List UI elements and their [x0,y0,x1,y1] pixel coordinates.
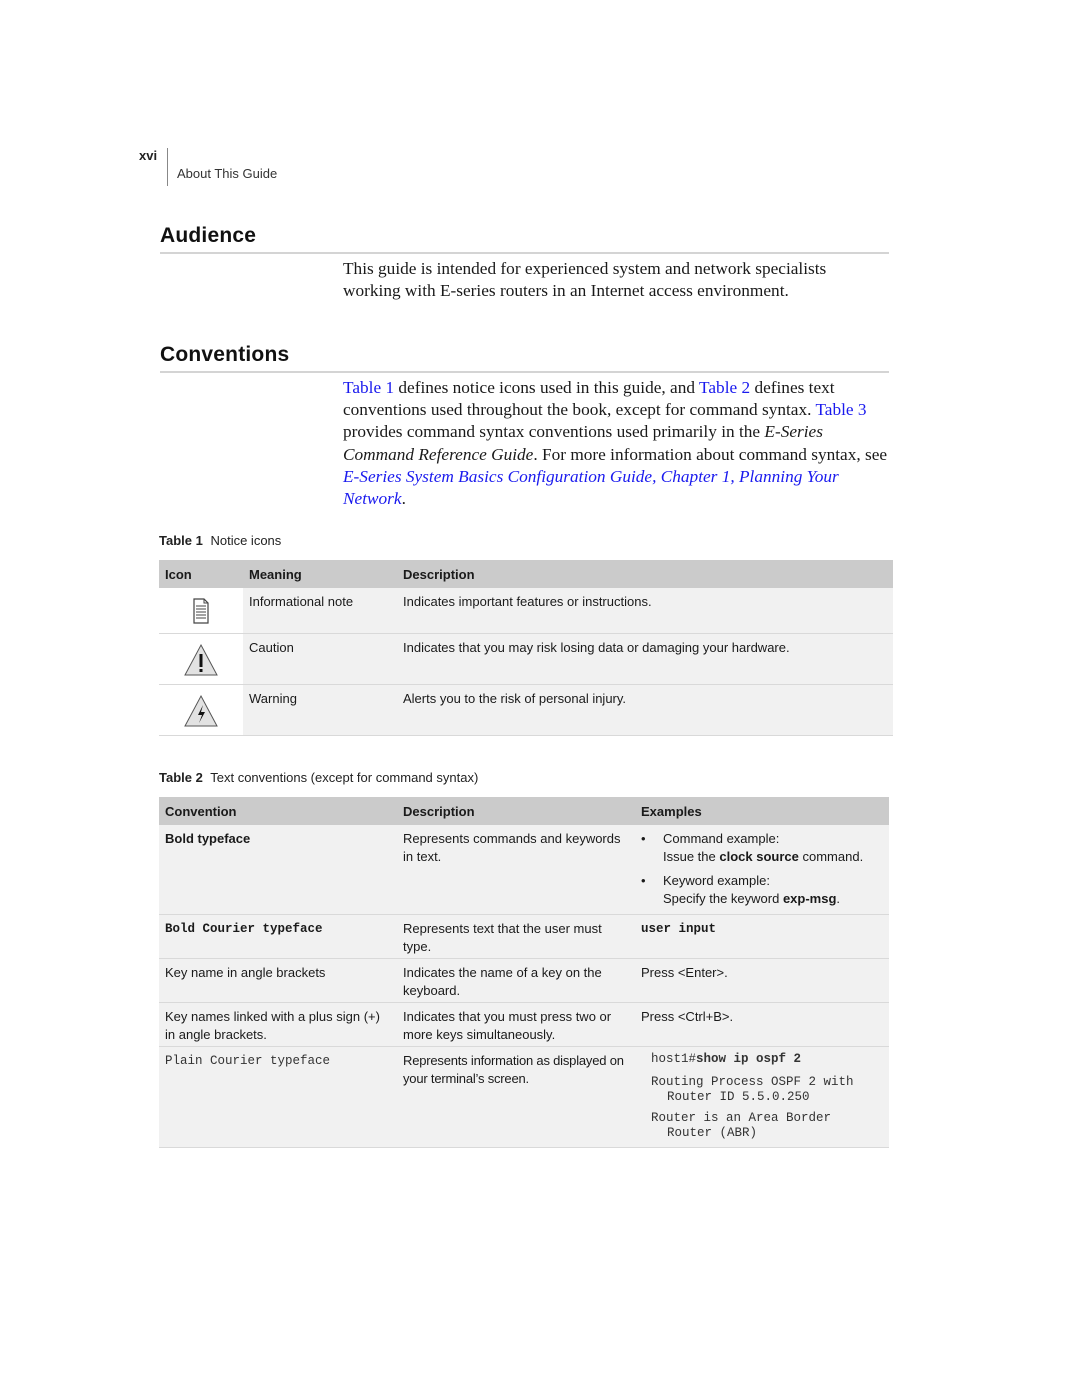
icon-cell [159,684,243,736]
convention-cell: Bold Courier typeface [159,914,397,959]
example-bold: clock source [719,849,799,864]
description-cell: Indicates that you may risk losing data … [397,633,893,685]
conventions-paragraph: Table 1 defines notice icons used in thi… [343,377,888,510]
examples-cell: host1#show ip ospf 2 Routing Process OSP… [635,1046,889,1148]
example-item: • Command example: Issue the clock source… [641,830,883,866]
table-row: Bold typeface Represents commands and ke… [159,825,889,915]
bullet: • [641,873,646,888]
table2-caption-text: Text conventions (except for command syn… [210,770,479,785]
example-bold: exp-msg [782,891,837,906]
running-head: About This Guide [177,166,278,181]
table-row: Key names linked with a plus sign (+) in… [159,1002,889,1047]
examples-cell: • Command example: Issue the clock source… [635,825,889,915]
link-table-2[interactable]: Table 2 [699,378,750,397]
link-system-basics-guide[interactable]: E-Series System Basics Configuration Gui… [343,467,839,508]
example-pre: Issue the [663,849,720,864]
example-text: Command example: Issue the clock source c… [663,830,863,866]
example-text: Keyword example: Specify the keyword exp-… [663,872,840,908]
example-label: Keyword example: [663,873,770,888]
table-header-row: Convention Description Examples [159,797,889,825]
table-row: Informational note Indicates important f… [159,588,893,634]
table-row: Caution Indicates that you may risk losi… [159,633,893,685]
convention-cell: Key names linked with a plus sign (+) in… [159,1002,397,1047]
audience-heading-rule [160,252,889,254]
example-label: Command example: [663,831,780,846]
warning-icon [183,694,219,731]
terminal-prompt: host1# [651,1052,697,1066]
terminal-command-text: show ip ospf 2 [696,1052,802,1066]
examples-cell: Press <Ctrl+B>. [635,1002,889,1047]
table1-caption-label: Table 1 [159,533,203,548]
bullet: • [641,831,646,846]
convention-cell: Key name in angle brackets [159,958,397,1003]
terminal-output: Router is an Area Border Router (ABR) [651,1111,883,1141]
header-divider [167,148,168,186]
table2-caption: Table 2 Text conventions (except for com… [159,770,478,785]
convention-cell: Bold typeface [159,825,397,915]
description-cell: Indicates the name of a key on the keybo… [397,958,635,1003]
column-header-meaning: Meaning [243,560,397,588]
examples-cell: user input [635,914,889,959]
table-row: Bold Courier typeface Represents text th… [159,914,889,959]
table1-caption: Table 1 Notice icons [159,533,281,548]
description-cell: Represents information as displayed on y… [397,1046,635,1148]
example-pre: Specify the keyword [663,891,783,906]
column-header-convention: Convention [159,797,397,825]
conventions-heading-rule [160,371,889,373]
terminal-output: Routing Process OSPF 2 with Router ID 5.5… [651,1075,883,1105]
description-cell: Represents text that the user must type. [397,914,635,959]
table-row: Key name in angle brackets Indicates the… [159,958,889,1003]
description-cell: Indicates important features or instruct… [397,588,893,634]
output-line: Router ID 5.5.0.250 [667,1090,810,1104]
table-row: Plain Courier typeface Represents inform… [159,1046,889,1148]
description-cell: Alerts you to the risk of personal injur… [397,684,893,736]
convention-cell: Plain Courier typeface [159,1046,397,1148]
column-header-description: Description [397,560,893,588]
meaning-cell: Warning [243,684,397,736]
icon-cell [159,633,243,685]
paragraph-text: provides command syntax conventions used… [343,422,765,442]
description-cell: Indicates that you must press two or mor… [397,1002,635,1047]
output-line: Router (ABR) [667,1126,758,1140]
examples-cell: Press <Enter>. [635,958,889,1003]
table2-caption-label: Table 2 [159,770,203,785]
audience-heading: Audience [160,224,257,247]
audience-paragraph: This guide is intended for experienced s… [343,259,827,301]
table-row: Warning Alerts you to the risk of person… [159,684,893,736]
table-header-row: Icon Meaning Description [159,560,893,588]
notice-icons-table: Icon Meaning Description Informational n… [159,560,893,736]
page-number: xvi [139,148,158,163]
column-header-examples: Examples [635,797,889,825]
example-post: command. [798,849,864,864]
meaning-cell: Informational note [243,588,397,634]
description-cell: Represents commands and keywords in text… [397,825,635,915]
meaning-cell: Caution [243,633,397,685]
paragraph-text: . For more information about command syn… [533,444,888,464]
link-table-1[interactable]: Table 1 [343,378,394,397]
text-conventions-table: Convention Description Examples Bold typ… [159,797,889,1148]
icon-cell [159,588,243,634]
note-icon [191,598,211,628]
conventions-heading: Conventions [160,343,290,366]
output-line: Router is an Area Border [651,1111,832,1125]
paragraph-text: . [401,489,406,509]
paragraph-text: defines notice icons used in this guide,… [394,378,700,397]
column-header-description: Description [397,797,635,825]
example-item: • Keyword example: Specify the keyword ex… [641,872,883,908]
example-post: . [836,891,841,906]
table1-caption-text: Notice icons [210,533,282,548]
link-table-3[interactable]: Table 3 [815,400,866,419]
column-header-icon: Icon [159,560,243,588]
output-line: Routing Process OSPF 2 with [651,1075,854,1089]
caution-icon [183,643,219,680]
terminal-command: host1#show ip ospf 2 [651,1052,883,1067]
